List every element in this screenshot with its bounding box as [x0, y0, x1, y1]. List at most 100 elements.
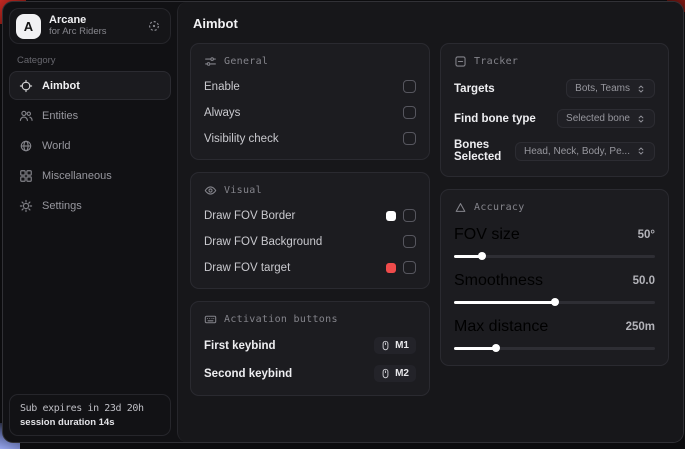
users-icon [19, 109, 33, 123]
grid-icon [19, 169, 33, 183]
max-distance-slider[interactable] [454, 344, 655, 352]
minus-square-icon [454, 55, 467, 68]
gear-icon [19, 199, 33, 213]
card-title: Accuracy [474, 202, 525, 213]
sidebar-item-aimbot[interactable]: Aimbot [9, 71, 171, 100]
find-bone-type-select[interactable]: Selected bone [557, 109, 655, 128]
eye-icon [204, 184, 217, 197]
always-checkbox[interactable] [403, 106, 416, 119]
general-card: General Enable Always Visibility check [190, 43, 430, 160]
sidebar-item-label: Aimbot [42, 80, 80, 92]
draw-fov-border-checkbox[interactable] [403, 209, 416, 222]
slider-thumb[interactable] [551, 298, 559, 306]
main-panel: Aimbot General Enable [177, 2, 683, 442]
setting-label: Second keybind [204, 368, 292, 380]
card-title: Tracker [474, 56, 518, 67]
card-title: Activation buttons [224, 314, 338, 325]
setting-label: Targets [454, 83, 495, 95]
sidebar-nav: Aimbot Entities World [9, 71, 171, 220]
triangle-icon [454, 201, 467, 214]
setting-row-targets: Targets Bots, Teams [454, 79, 655, 98]
refresh-icon[interactable] [147, 19, 161, 33]
keyboard-icon [204, 313, 217, 326]
setting-row-enable: Enable [204, 79, 416, 94]
chevrons-up-down-icon [636, 146, 646, 156]
setting-group-smoothness: Smoothness 50.0 [454, 272, 655, 306]
setting-row-bones-selected: Bones Selected Head, Neck, Body, Pe... [454, 139, 655, 163]
keybind-value: M2 [395, 368, 409, 379]
setting-label: Draw FOV Border [204, 210, 295, 222]
slider-fill [454, 255, 482, 258]
app-name: Arcane [49, 14, 107, 27]
fov-target-color-swatch[interactable] [386, 263, 396, 273]
setting-row-draw-fov-target: Draw FOV target [204, 260, 416, 275]
first-keybind-button[interactable]: M1 [374, 337, 416, 354]
setting-label: Enable [204, 81, 240, 93]
setting-label: Bones Selected [454, 139, 515, 163]
setting-row-second-keybind: Second keybind M2 [204, 365, 416, 382]
setting-label: Draw FOV target [204, 262, 290, 274]
sidebar-item-label: Entities [42, 110, 78, 122]
draw-fov-background-checkbox[interactable] [403, 235, 416, 248]
max-distance-value: 250m [626, 321, 655, 333]
crosshair-icon [19, 79, 33, 93]
targets-select[interactable]: Bots, Teams [566, 79, 655, 98]
activation-card: Activation buttons First keybind M1 [190, 301, 430, 396]
enable-checkbox[interactable] [403, 80, 416, 93]
fov-size-slider[interactable] [454, 252, 655, 260]
sidebar-item-label: World [42, 140, 71, 152]
accuracy-card-header: Accuracy [454, 201, 655, 214]
slider-track [454, 347, 655, 350]
sidebar-item-settings[interactable]: Settings [9, 191, 171, 220]
app-subtitle: for Arc Riders [49, 27, 107, 38]
slider-thumb[interactable] [492, 344, 500, 352]
subscription-expiry: Sub expires in 23d 20h [20, 403, 160, 414]
card-title: Visual [224, 185, 262, 196]
sidebar-item-entities[interactable]: Entities [9, 101, 171, 130]
accuracy-card: Accuracy FOV size 50° [440, 189, 669, 366]
select-value: Head, Neck, Body, Pe... [524, 146, 630, 157]
fov-size-value: 50° [638, 229, 655, 241]
second-keybind-button[interactable]: M2 [374, 365, 416, 382]
setting-group-max-distance: Max distance 250m [454, 318, 655, 352]
setting-label: FOV size [454, 226, 520, 244]
slider-fill [454, 301, 555, 304]
category-label: Category [17, 55, 163, 66]
app-header-card: A Arcane for Arc Riders [9, 8, 171, 44]
select-value: Selected bone [566, 113, 630, 124]
chevrons-up-down-icon [636, 84, 646, 94]
slider-thumb[interactable] [478, 252, 486, 260]
setting-label: Find bone type [454, 113, 536, 125]
mouse-icon [381, 368, 390, 379]
app-meta: Arcane for Arc Riders [49, 14, 107, 38]
app-logo: A [16, 14, 41, 39]
app-window: A Arcane for Arc Riders Category [2, 1, 684, 443]
subscription-card: Sub expires in 23d 20h session duration … [9, 394, 171, 436]
card-title: General [224, 56, 268, 67]
setting-row-visibility-check: Visibility check [204, 131, 416, 146]
setting-row-first-keybind: First keybind M1 [204, 337, 416, 354]
smoothness-slider[interactable] [454, 298, 655, 306]
slider-fill [454, 347, 496, 350]
setting-label: Draw FOV Background [204, 236, 322, 248]
fov-border-color-swatch[interactable] [386, 211, 396, 221]
activation-card-header: Activation buttons [204, 313, 416, 326]
setting-row-always: Always [204, 105, 416, 120]
setting-row-find-bone-type: Find bone type Selected bone [454, 109, 655, 128]
keybind-value: M1 [395, 340, 409, 351]
sidebar-item-miscellaneous[interactable]: Miscellaneous [9, 161, 171, 190]
sidebar: A Arcane for Arc Riders Category [3, 2, 177, 442]
setting-label: Always [204, 107, 240, 119]
bones-selected-select[interactable]: Head, Neck, Body, Pe... [515, 142, 655, 161]
sidebar-item-world[interactable]: World [9, 131, 171, 160]
draw-fov-target-checkbox[interactable] [403, 261, 416, 274]
session-duration: session duration 14s [20, 417, 160, 428]
visibility-check-checkbox[interactable] [403, 132, 416, 145]
globe-icon [19, 139, 33, 153]
sliders-icon [204, 55, 217, 68]
mouse-icon [381, 340, 390, 351]
visual-card: Visual Draw FOV Border Draw FOV Backgrou… [190, 172, 430, 289]
sidebar-item-label: Settings [42, 200, 82, 212]
setting-label: First keybind [204, 340, 276, 352]
setting-row-draw-fov-background: Draw FOV Background [204, 234, 416, 249]
